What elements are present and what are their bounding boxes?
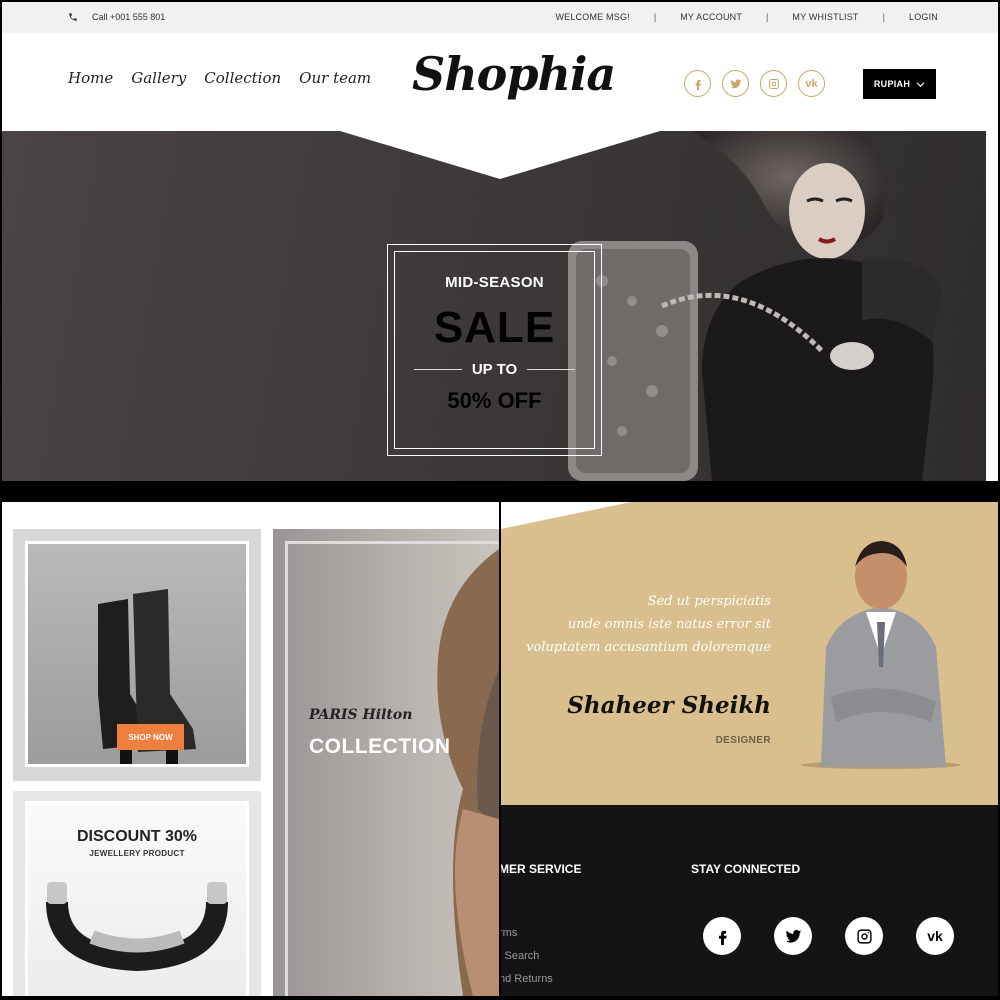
jewellery-promo-frame: DISCOUNT 30% JEWELLERY PRODUCT bbox=[25, 801, 249, 996]
customer-service-links: rms l Search nd Returns bbox=[501, 922, 553, 991]
currency-selector[interactable]: RUPIAH bbox=[863, 69, 936, 99]
bracelet-image bbox=[46, 882, 228, 972]
nav-collection[interactable]: Collection bbox=[204, 69, 281, 87]
phone-icon bbox=[69, 13, 77, 21]
boots-promo-card[interactable]: SHOP NOW bbox=[13, 529, 261, 781]
sale-discount-text: 50% OFF bbox=[447, 388, 542, 413]
hero-model-image bbox=[568, 131, 942, 481]
sale-upto-text: UP TO bbox=[471, 361, 518, 378]
divider: | bbox=[882, 12, 885, 22]
chevron-down-icon bbox=[916, 81, 925, 87]
quote-line: voluptatem accusantium doloremque bbox=[526, 640, 771, 655]
welcome-message: WELCOME MSG! bbox=[555, 12, 630, 22]
footer-link[interactable]: l Search bbox=[501, 945, 553, 968]
main-nav: Home Gallery Collection Our team bbox=[68, 69, 371, 87]
facebook-icon[interactable] bbox=[684, 70, 711, 97]
site-header: Home Gallery Collection Our team Shophia… bbox=[2, 33, 998, 131]
login-link[interactable]: LOGIN bbox=[909, 12, 938, 22]
phone-contact: Call +001 555 801 bbox=[68, 12, 165, 22]
twitter-icon[interactable] bbox=[774, 917, 812, 955]
testimonial-section: Sed ut perspiciatis unde omnis iste natu… bbox=[501, 502, 998, 805]
divider: | bbox=[653, 12, 657, 22]
divider: | bbox=[766, 12, 769, 22]
divider-line bbox=[527, 369, 576, 370]
nav-home[interactable]: Home bbox=[68, 69, 113, 87]
twitter-icon[interactable] bbox=[722, 70, 749, 97]
collection-brand: PARIS Hilton bbox=[309, 707, 413, 723]
testimonial-footer-panel: Sed ut perspiciatis unde omnis iste natu… bbox=[501, 502, 998, 996]
testimonial-role: DESIGNER bbox=[715, 735, 771, 746]
instagram-icon[interactable] bbox=[845, 917, 883, 955]
footer-link[interactable]: rms bbox=[501, 922, 553, 945]
account-links: WELCOME MSG! | MY ACCOUNT | MY WHISTLIST… bbox=[555, 12, 938, 22]
nav-our-team[interactable]: Our team bbox=[299, 69, 371, 87]
homepage-top-panel: Call +001 555 801 WELCOME MSG! | MY ACCO… bbox=[2, 2, 998, 481]
testimonial-name: Shaheer Sheikh bbox=[567, 692, 771, 719]
vk-icon[interactable]: vk bbox=[916, 917, 954, 955]
customer-service-heading: MER SERVICE bbox=[501, 862, 582, 876]
wishlist-link[interactable]: MY WHISTLIST bbox=[792, 12, 858, 22]
nav-gallery[interactable]: Gallery bbox=[131, 69, 186, 87]
discount-heading: DISCOUNT 30% bbox=[76, 828, 198, 845]
phone-number: Call +001 555 801 bbox=[92, 12, 166, 22]
footer-social-links: vk bbox=[703, 917, 954, 955]
currency-label: RUPIAH bbox=[873, 79, 911, 89]
footer-link[interactable]: nd Returns bbox=[501, 968, 553, 991]
stay-connected-heading: STAY CONNECTED bbox=[691, 862, 801, 876]
facebook-icon[interactable] bbox=[703, 917, 741, 955]
boots-promo-frame: SHOP NOW bbox=[25, 541, 249, 767]
quote-line: unde omnis iste natus error sit bbox=[567, 617, 771, 632]
testimonial-quote: Sed ut perspiciatis unde omnis iste natu… bbox=[526, 590, 771, 659]
my-account-link[interactable]: MY ACCOUNT bbox=[680, 12, 742, 22]
collection-model-image bbox=[437, 549, 499, 996]
shop-now-button[interactable]: SHOP NOW bbox=[117, 724, 184, 750]
testimonial-person-image bbox=[801, 541, 961, 769]
divider-line bbox=[413, 369, 462, 370]
collection-heading: COLLECTION bbox=[309, 735, 451, 758]
quote-line: Sed ut perspiciatis bbox=[647, 594, 771, 609]
sale-heading: SALE bbox=[433, 303, 556, 352]
site-logo[interactable]: Shophia bbox=[412, 47, 616, 101]
paris-hilton-collection-card[interactable]: PARIS Hilton COLLECTION bbox=[273, 529, 499, 996]
testimonial-notch bbox=[501, 502, 631, 529]
top-bar: Call +001 555 801 WELCOME MSG! | MY ACCO… bbox=[2, 2, 998, 33]
promo-panel: SHOP NOW DISCOUNT 30% JEWELLERY PRODUCT … bbox=[2, 502, 499, 996]
header-social-links: vk bbox=[684, 70, 825, 97]
sale-season-text: MID-SEASON bbox=[445, 274, 544, 291]
sale-upto: UP TO bbox=[395, 361, 594, 378]
hero-banner: MID-SEASON SALE UP TO 50% OFF bbox=[2, 131, 986, 481]
vk-icon[interactable]: vk bbox=[798, 70, 825, 97]
instagram-icon[interactable] bbox=[760, 70, 787, 97]
jewellery-promo-card[interactable]: DISCOUNT 30% JEWELLERY PRODUCT bbox=[13, 791, 261, 996]
discount-subheading: JEWELLERY PRODUCT bbox=[89, 849, 185, 858]
sale-promo-box[interactable]: MID-SEASON SALE UP TO 50% OFF bbox=[387, 244, 602, 456]
sale-promo-inner: MID-SEASON SALE UP TO 50% OFF bbox=[394, 251, 595, 449]
